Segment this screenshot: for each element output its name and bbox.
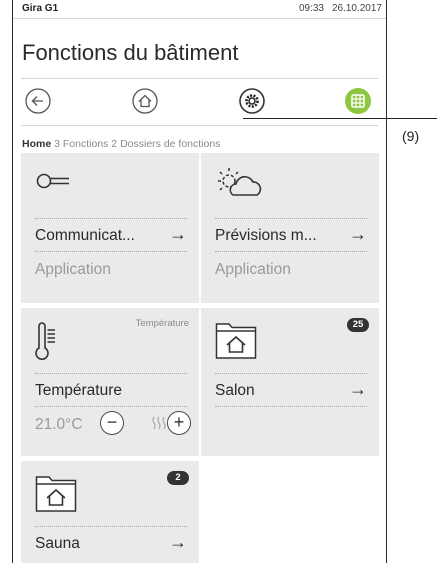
count-badge: 2 <box>167 471 189 485</box>
tile-salon[interactable]: 25 Salon → <box>201 308 379 456</box>
divider <box>21 125 378 126</box>
arrow-right-icon: → <box>349 379 367 399</box>
dotted-divider <box>35 526 187 527</box>
tile-subtitle: Application <box>35 261 111 278</box>
increase-button[interactable]: + <box>167 411 191 435</box>
tile-name: Température <box>35 382 123 399</box>
dotted-divider <box>215 373 367 374</box>
nav-bar <box>13 86 386 116</box>
callout-label: (9) <box>402 128 420 144</box>
tile-communication[interactable]: Communicat... → Application <box>21 153 199 303</box>
callout-line <box>243 118 437 119</box>
heating-icon <box>152 416 166 430</box>
tile-name: Communicat... <box>35 227 135 244</box>
dotted-divider <box>215 406 367 407</box>
arrow-right-icon: → <box>349 224 367 244</box>
dotted-divider <box>35 406 187 407</box>
dotted-divider <box>35 373 187 374</box>
dotted-divider <box>215 251 367 252</box>
settings-button[interactable] <box>237 86 267 116</box>
tile-caption: Température <box>135 318 189 329</box>
tile-sauna[interactable]: 2 Sauna → <box>21 461 199 563</box>
tile-weather[interactable]: Prévisions m... → Application <box>201 153 379 303</box>
favorites-icon <box>345 88 371 114</box>
back-button[interactable] <box>23 86 53 116</box>
home-button[interactable] <box>130 86 160 116</box>
brand-label: Gira G1 <box>22 3 59 14</box>
tile-name: Sauna <box>35 535 80 552</box>
folder-home-icon <box>215 323 257 359</box>
count-badge: 25 <box>347 318 369 332</box>
home-icon <box>132 88 158 114</box>
breadcrumb-home[interactable]: Home <box>22 138 51 150</box>
arrow-right-icon: → <box>169 224 187 244</box>
tile-temperature[interactable]: Température Température 21.0°C − + <box>21 308 199 456</box>
breadcrumb: Home 3 Fonctions 2 Dossiers de fonctions <box>22 138 220 150</box>
thermometer-icon <box>35 322 55 360</box>
tile-name: Prévisions m... <box>215 227 317 244</box>
clock-time: 09:33 <box>298 3 324 14</box>
decrease-button[interactable]: − <box>100 411 124 435</box>
divider <box>21 78 378 79</box>
dotted-divider <box>35 251 187 252</box>
back-icon <box>25 88 51 114</box>
tile-name: Salon <box>215 382 255 399</box>
page-title: Fonctions du bâtiment <box>22 40 239 65</box>
tile-subtitle: Application <box>215 261 291 278</box>
clock-date: 26.10.2017 <box>331 3 382 14</box>
arrow-right-icon: → <box>169 532 187 552</box>
key-icon <box>36 173 69 189</box>
device-screen: Gira G1 09:33 26.10.2017 Fonctions du bâ… <box>12 0 387 563</box>
status-bar: Gira G1 09:33 26.10.2017 <box>13 0 386 19</box>
settings-icon <box>239 88 265 114</box>
temperature-value: 21.0°C <box>35 416 83 433</box>
dotted-divider <box>35 218 187 219</box>
dotted-divider <box>215 218 367 219</box>
folder-home-icon <box>35 476 77 512</box>
favorites-button[interactable] <box>343 86 373 116</box>
breadcrumb-path[interactable]: 3 Fonctions 2 Dossiers de fonctions <box>54 138 220 150</box>
weather-icon <box>218 168 262 196</box>
